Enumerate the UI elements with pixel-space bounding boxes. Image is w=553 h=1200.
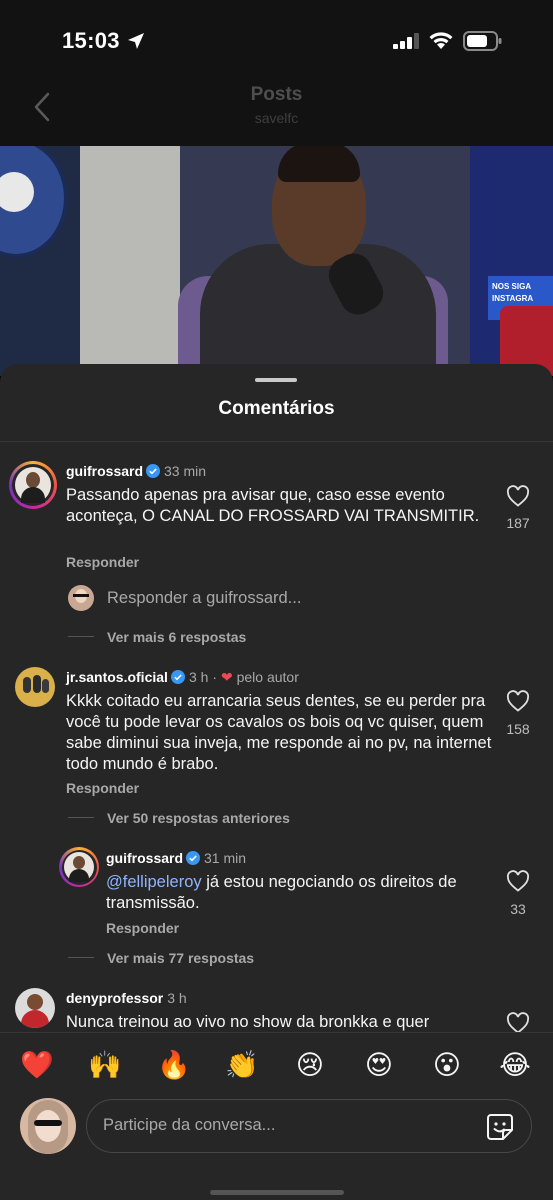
wifi-icon xyxy=(429,32,453,49)
location-arrow-icon xyxy=(128,33,144,49)
posts-header: Posts savelfc xyxy=(0,80,553,146)
comment-input-bar: Participe da conversa... xyxy=(0,1094,553,1200)
page-title: Posts xyxy=(250,84,303,105)
video-wall xyxy=(80,146,180,376)
emoji-heart[interactable]: ❤️ xyxy=(17,1045,57,1085)
emoji-laughing[interactable]: 😂 xyxy=(495,1045,535,1085)
comment-text: Nunca treinou ao vivo no show da bronkka… xyxy=(66,1013,430,1031)
emoji-surprised[interactable]: 😮 xyxy=(427,1045,467,1085)
battery-icon xyxy=(463,31,502,51)
my-avatar xyxy=(20,1098,76,1154)
emoji-crying[interactable]: 😢 xyxy=(290,1045,330,1085)
comment-denyprofessor: denyprofessor 3 h Nunca treinou ao vivo n… xyxy=(0,364,553,1034)
status-bar: 15:03 xyxy=(0,0,553,80)
sticker-icon[interactable] xyxy=(485,1112,515,1142)
page-subtitle: savelfc xyxy=(254,110,299,126)
comment-input[interactable]: Participe da conversa... xyxy=(86,1099,532,1153)
emoji-raised-hands[interactable]: 🙌 xyxy=(85,1045,125,1085)
home-indicator xyxy=(210,1190,344,1195)
input-placeholder: Participe da conversa... xyxy=(103,1116,276,1134)
status-time: 15:03 xyxy=(62,28,120,53)
heart-icon[interactable] xyxy=(506,1012,530,1034)
emoji-heart-eyes[interactable]: 😍 xyxy=(359,1045,399,1085)
emoji-reaction-bar: ❤️ 🙌 🔥 👏 😢 😍 😮 😂 xyxy=(0,1032,553,1094)
comment-username[interactable]: denyprofessor 3 h xyxy=(66,990,187,1006)
cellular-signal-icon xyxy=(393,33,419,49)
emoji-fire[interactable]: 🔥 xyxy=(154,1045,194,1085)
comment-time: 3 h xyxy=(167,990,187,1006)
emoji-clapping[interactable]: 👏 xyxy=(222,1045,262,1085)
post-video[interactable]: NOS SIGA INSTAGRA xyxy=(0,146,553,376)
avatar[interactable] xyxy=(15,988,55,1028)
